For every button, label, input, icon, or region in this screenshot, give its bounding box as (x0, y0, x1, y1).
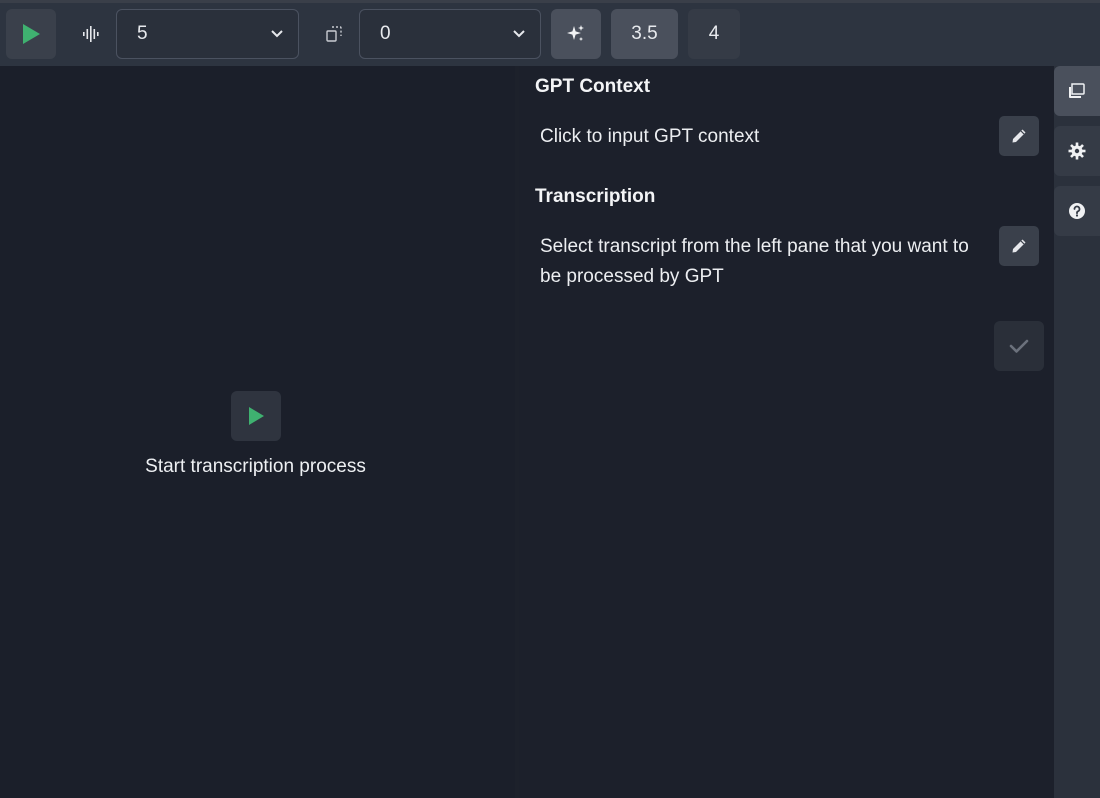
start-transcription-button[interactable] (231, 391, 281, 441)
gpt-3-5-button[interactable]: 3.5 (611, 9, 678, 59)
tab-settings[interactable] (1054, 126, 1100, 176)
microphone-select-value: 5 (137, 23, 148, 44)
auto-gpt-toggle-button[interactable] (551, 9, 601, 59)
gpt-4-button[interactable]: 4 (688, 9, 740, 59)
side-rail (1054, 66, 1100, 798)
edit-transcription-button[interactable] (999, 226, 1039, 266)
submit-button[interactable] (994, 321, 1044, 371)
tab-help[interactable] (1054, 186, 1100, 236)
chevron-down-icon (271, 30, 283, 38)
audio-waveform-icon[interactable] (76, 9, 106, 59)
transcript-pane: Start transcription process (0, 66, 515, 798)
speaker-select[interactable]: 0 (359, 9, 541, 59)
play-icon (23, 24, 40, 44)
start-transcription-label: Start transcription process (145, 456, 366, 477)
gpt-pane: GPT Context Click to input GPT context T… (519, 66, 1054, 798)
chevron-down-icon (513, 30, 525, 38)
speaker-select-value: 0 (380, 23, 391, 44)
pencil-icon (1012, 129, 1026, 143)
play-icon (249, 407, 264, 425)
check-icon (1009, 339, 1029, 353)
edit-context-button[interactable] (999, 116, 1039, 156)
pencil-icon (1012, 239, 1026, 253)
chat-icon (1069, 83, 1085, 98)
record-play-button[interactable] (6, 9, 56, 59)
gpt-context-title: GPT Context (535, 76, 651, 97)
toolbar: 5 0 3.5 4 (0, 3, 1100, 66)
gear-icon (1068, 142, 1086, 160)
help-icon (1069, 203, 1085, 219)
microphone-select[interactable]: 5 (116, 9, 299, 59)
copy-icon[interactable] (319, 9, 349, 59)
transcription-title: Transcription (535, 186, 656, 207)
transcription-text[interactable]: Select transcript from the left pane tha… (540, 232, 985, 292)
sparkles-icon (567, 25, 584, 41)
tab-chat[interactable] (1054, 66, 1100, 116)
gpt-context-text[interactable]: Click to input GPT context (540, 122, 985, 152)
